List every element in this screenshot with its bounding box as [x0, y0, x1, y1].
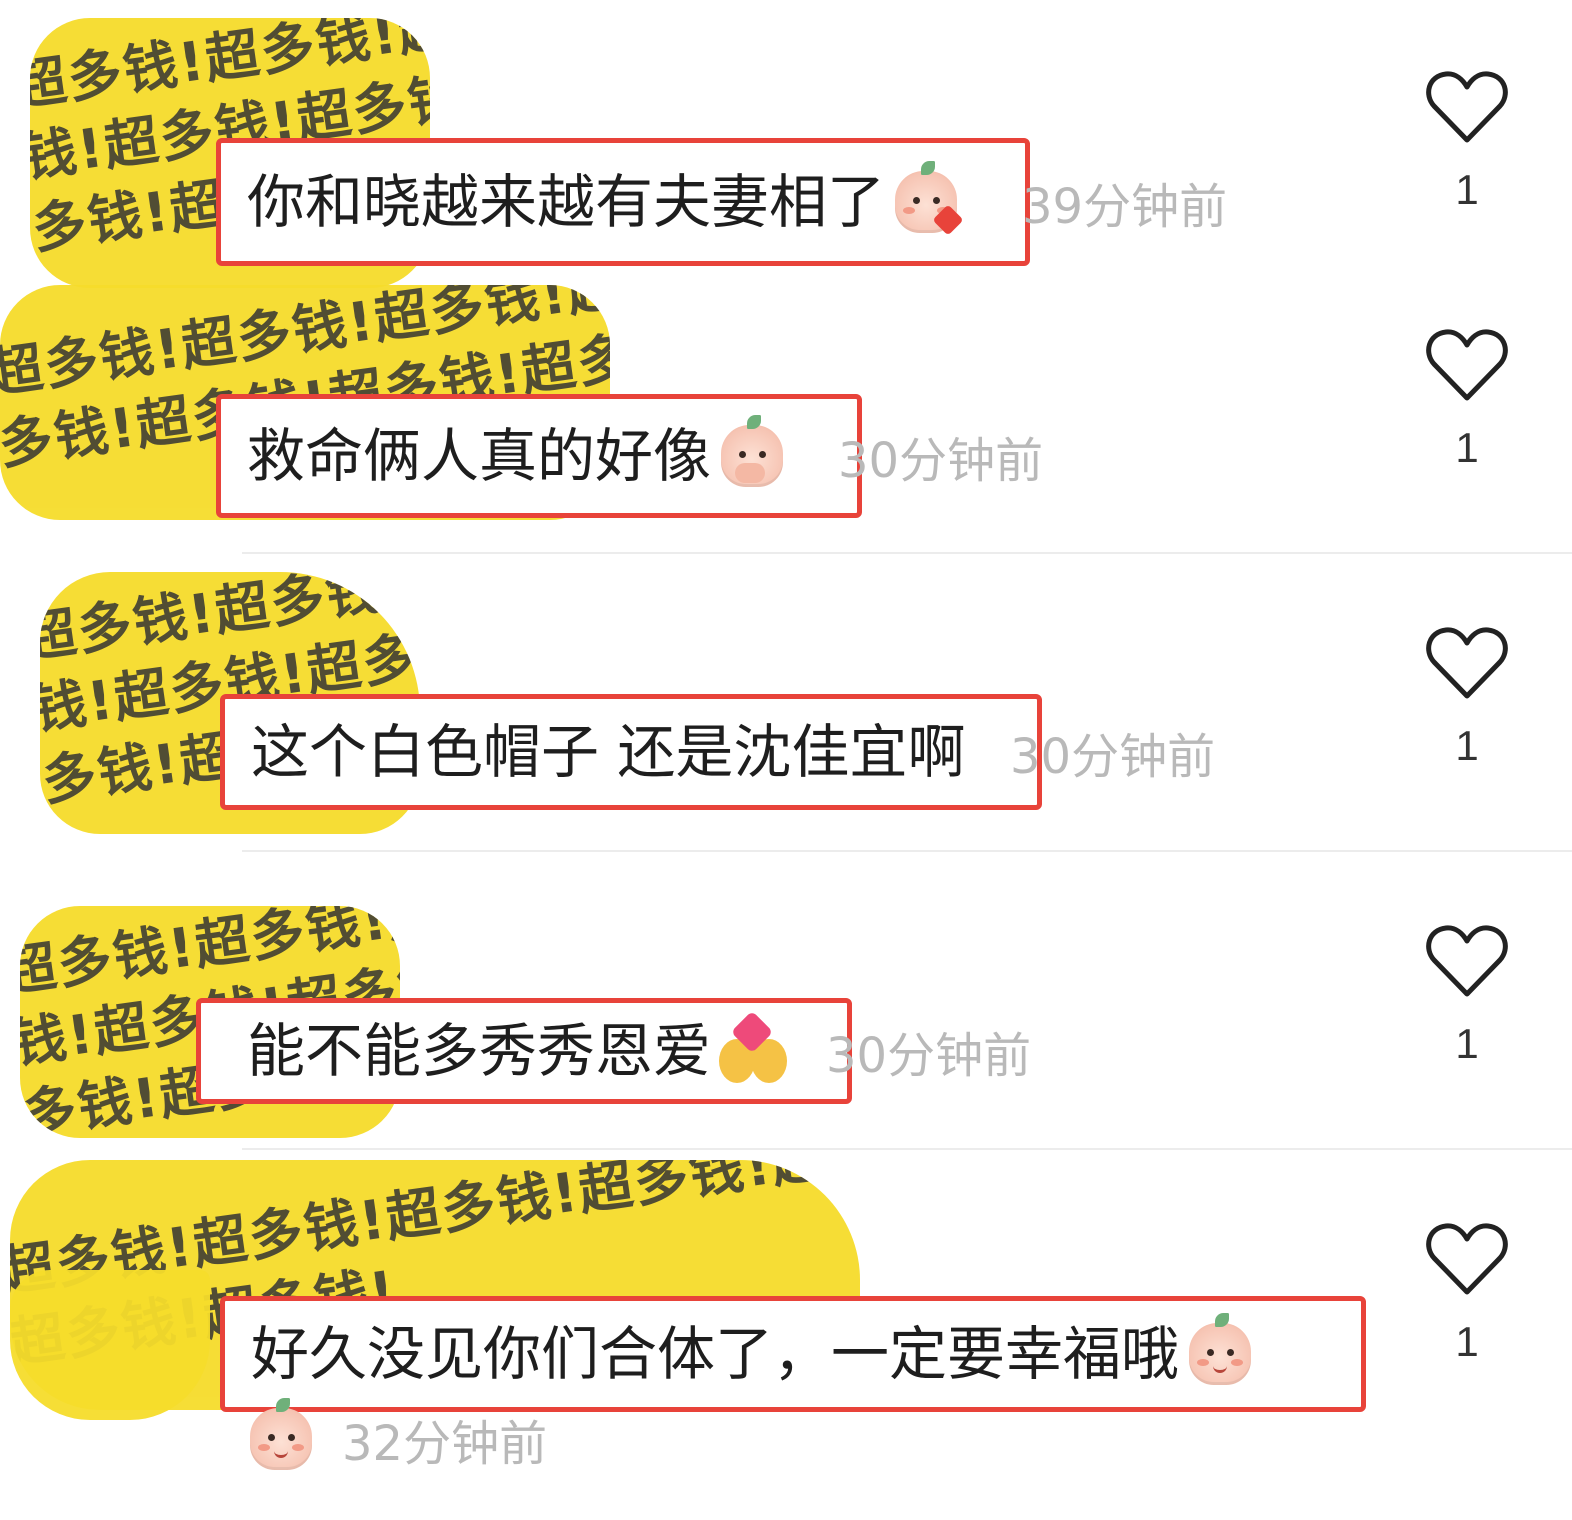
like-count: 1 — [1455, 166, 1479, 213]
comment-text: 能不能多秀秀恩爱 — [247, 1017, 712, 1085]
highlighted-comment-1: 你和晓越来越有夫妻相了 — [216, 138, 1030, 266]
comment-text: 好久没见你们合体了，一定要幸福哦 — [251, 1320, 1180, 1388]
comment-list: 超多钱!超多钱!超多钱!超多钱!超多钱!超多钱!超多钱!超多钱! 你和晓越来越有… — [0, 0, 1572, 1520]
comment-timestamp: 30分钟前 — [1010, 729, 1216, 785]
comment-timestamp: 30分钟前 — [826, 1028, 1032, 1084]
comment-timestamp: 32分钟前 — [342, 1416, 548, 1472]
like-count: 1 — [1455, 1020, 1479, 1067]
comment-row-3[interactable]: 这个白色帽子 还是沈佳宜啊 30分钟前 — [220, 694, 1215, 810]
comment-row-4[interactable]: 能不能多秀秀恩爱 30分钟前 — [196, 998, 1031, 1104]
smile-sticker-icon — [1189, 1313, 1252, 1385]
like-button-4[interactable]: 1 — [1420, 924, 1514, 1068]
like-count: 1 — [1455, 424, 1479, 471]
like-button-1[interactable]: 1 — [1420, 70, 1514, 214]
like-button-3[interactable]: 1 — [1420, 626, 1514, 770]
comment-text: 这个白色帽子 还是沈佳宜啊 — [251, 718, 966, 786]
comment-text: 救命俩人真的好像 — [247, 422, 712, 490]
divider — [242, 552, 1572, 554]
comment-row-1[interactable]: 你和晓越来越有夫妻相了 39分钟前 — [216, 138, 1227, 266]
comment-timestamp: 30分钟前 — [838, 433, 1044, 489]
like-button-2[interactable]: 1 — [1420, 328, 1514, 472]
comment-row-2[interactable]: 救命俩人真的好像 30分钟前 — [216, 394, 1043, 518]
highlighted-comment-4: 能不能多秀秀恩爱 — [196, 998, 852, 1104]
divider — [242, 1148, 1572, 1150]
highlighted-comment-2: 救命俩人真的好像 — [216, 394, 862, 518]
divider — [242, 850, 1572, 852]
like-count: 1 — [1455, 1318, 1479, 1365]
blush-kiss-sticker-icon — [895, 161, 964, 236]
heart-icon[interactable] — [1426, 924, 1508, 998]
like-count: 1 — [1455, 722, 1479, 769]
comment-meta-5: 32分钟前 — [240, 1398, 548, 1474]
comment-row-5[interactable]: 好久没见你们合体了，一定要幸福哦 — [220, 1296, 1366, 1412]
shy-cover-mouth-sticker-icon — [721, 415, 784, 487]
like-button-5[interactable]: 1 — [1420, 1222, 1514, 1366]
highlighted-comment-5: 好久没见你们合体了，一定要幸福哦 — [220, 1296, 1366, 1412]
couple-kiss-emoji-icon — [717, 1010, 789, 1087]
heart-icon[interactable] — [1426, 328, 1508, 402]
smile-sticker-icon — [250, 1398, 312, 1470]
heart-icon[interactable] — [1426, 626, 1508, 700]
avatar-censor-5b — [10, 1270, 210, 1420]
highlighted-comment-3: 这个白色帽子 还是沈佳宜啊 — [220, 694, 1042, 810]
heart-icon[interactable] — [1426, 1222, 1508, 1296]
comment-timestamp: 39分钟前 — [1022, 179, 1228, 235]
heart-icon[interactable] — [1426, 70, 1508, 144]
comment-text: 你和晓越来越有夫妻相了 — [247, 168, 886, 236]
